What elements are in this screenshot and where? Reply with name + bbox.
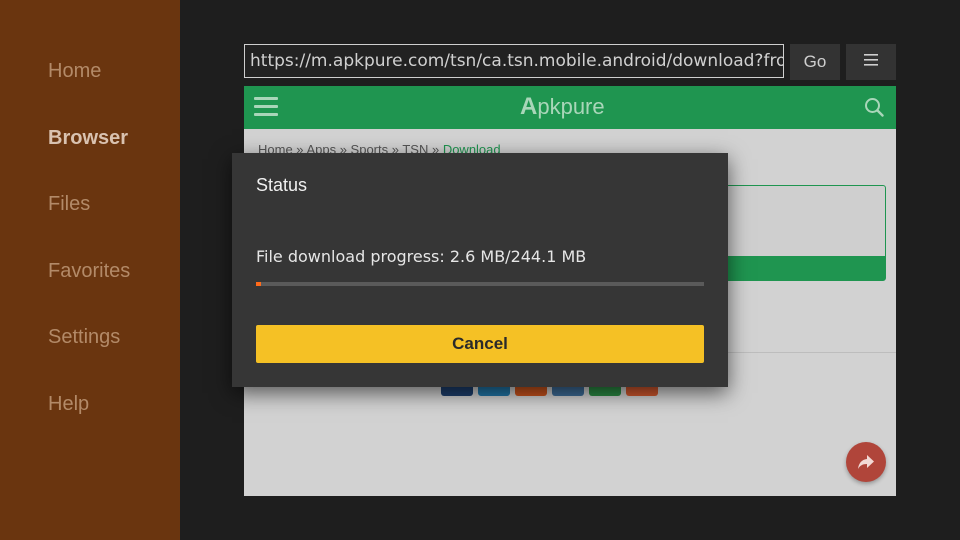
sidebar-item-settings[interactable]: Settings	[48, 326, 120, 349]
menu-icon	[864, 54, 878, 66]
sidebar-item-browser[interactable]: Browser	[48, 127, 128, 150]
logo-text: pkpure	[537, 94, 605, 119]
sidebar: Home Browser Files Favorites Settings He…	[0, 0, 180, 540]
go-button[interactable]: Go	[790, 44, 840, 80]
share-arrow-icon	[858, 455, 874, 469]
sidebar-item-files[interactable]: Files	[48, 193, 90, 216]
dialog-title: Status	[256, 175, 308, 195]
download-progress-label: File download progress: 2.6 MB/244.1 MB	[256, 247, 587, 266]
download-progress-bar	[256, 282, 704, 286]
logo-mark: A	[520, 93, 538, 120]
search-icon[interactable]	[864, 97, 884, 117]
site-logo[interactable]: Apkpure	[520, 92, 605, 122]
url-input[interactable]: https://m.apkpure.com/tsn/ca.tsn.mobile.…	[244, 44, 784, 78]
status-dialog: Status File download progress: 2.6 MB/24…	[232, 153, 728, 387]
cancel-button[interactable]: Cancel	[256, 325, 704, 363]
site-header: Apkpure	[244, 86, 896, 129]
sidebar-item-home[interactable]: Home	[48, 60, 101, 83]
share-fab-button[interactable]	[846, 442, 886, 482]
sidebar-item-favorites[interactable]: Favorites	[48, 260, 130, 283]
hamburger-icon[interactable]	[254, 97, 278, 117]
sidebar-item-help[interactable]: Help	[48, 393, 89, 416]
browser-menu-button[interactable]	[846, 44, 896, 80]
download-progress-fill	[256, 282, 261, 286]
